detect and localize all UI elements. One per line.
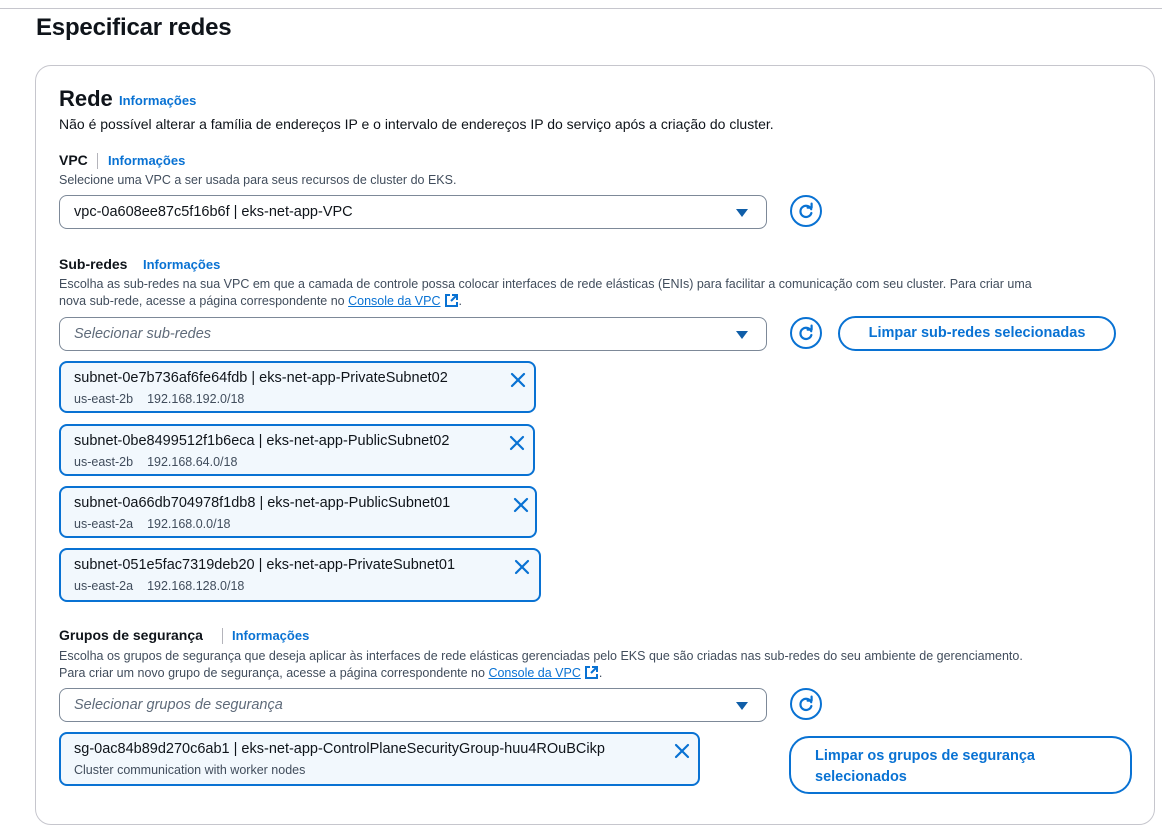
subnet-token-cidr: 192.168.0.0/18 [147,517,231,531]
network-info-link[interactable]: Informações [119,93,196,108]
network-description: Não é possível alterar a família de ende… [59,116,774,132]
external-link-icon[interactable] [444,293,459,308]
subnet-token: subnet-0a66db704978f1db8 | eks-net-app-P… [59,486,537,538]
subnet-token: subnet-051e5fac7319deb20 | eks-net-app-P… [59,548,541,602]
vpc-refresh-button[interactable] [790,195,822,227]
subnet-token-name: subnet-0a66db704978f1db8 | eks-net-app-P… [74,495,451,511]
security-group-token-name: sg-0ac84b89d270c6ab1 | eks-net-app-Contr… [74,741,605,757]
security-groups-hint-prefix: Para criar um novo grupo de segurança, a… [59,666,489,680]
close-icon[interactable] [510,372,526,388]
caret-down-icon [736,331,748,339]
subnet-token-meta: us-east-2a 192.168.0.0/18 [74,517,230,531]
vpc-hint: Selecione uma VPC a ser usada para seus … [59,173,457,187]
subnet-token-az: us-east-2b [74,455,134,469]
security-group-token-description: Cluster communication with worker nodes [74,763,306,777]
vpc-separator [97,153,98,169]
subnet-token-meta: us-east-2b 192.168.192.0/18 [74,392,244,406]
network-heading: Rede [59,86,113,111]
subnets-hint-line2: nova sub-rede, acesse a página correspon… [59,293,462,310]
subnet-token-cidr: 192.168.64.0/18 [147,455,238,469]
clear-subnets-button[interactable]: Limpar sub-redes selecionadas [838,316,1116,351]
subnet-token-name: subnet-0be8499512f1b6eca | eks-net-app-P… [74,433,450,449]
subnets-console-link[interactable]: Console da VPC [348,294,440,308]
refresh-icon [799,324,813,341]
external-link-icon[interactable] [584,665,599,680]
clear-security-groups-button[interactable]: Limpar os grupos de segurança selecionad… [789,736,1132,794]
subnets-info-link[interactable]: Informações [143,257,220,272]
clear-security-groups-line2: selecionados [815,769,907,785]
subnets-hint-prefix: nova sub-rede, acesse a página correspon… [59,294,349,308]
security-groups-hint-line1: Escolha os grupos de segurança que desej… [59,649,1023,663]
close-icon[interactable] [514,559,530,575]
subnets-hint-line1: Escolha as sub-redes na sua VPC em que a… [59,277,1032,291]
subnet-token: subnet-0e7b736af6fe64fdb | eks-net-app-P… [59,361,536,413]
security-groups-info-link[interactable]: Informações [232,628,309,643]
subnets-label: Sub-redes [59,256,128,272]
subnets-hint-suffix: . [458,294,462,308]
security-groups-hint-line2: Para criar um novo grupo de segurança, a… [59,665,602,682]
security-groups-select[interactable]: Selecionar grupos de segurança [59,688,767,722]
vpc-selected-value: vpc-0a608ee87c5f16b6f | eks-net-app-VPC [74,204,353,220]
security-groups-label: Grupos de segurança [59,627,203,643]
vpc-select[interactable]: vpc-0a608ee87c5f16b6f | eks-net-app-VPC [59,195,767,229]
subnet-token-meta: us-east-2b 192.168.64.0/18 [74,455,237,469]
subnet-token-az: us-east-2b [74,392,134,406]
vpc-label: VPC [59,152,88,168]
security-groups-hint-suffix: . [598,666,603,680]
security-groups-placeholder: Selecionar grupos de segurança [74,697,283,713]
subnets-refresh-button[interactable] [790,317,822,349]
clear-security-groups-line1: Limpar os grupos de segurança [815,748,1035,764]
subnet-token: subnet-0be8499512f1b6eca | eks-net-app-P… [59,424,535,476]
subnet-token-cidr: 192.168.128.0/18 [147,579,245,593]
refresh-icon [799,202,813,219]
security-group-token: sg-0ac84b89d270c6ab1 | eks-net-app-Contr… [59,732,700,786]
close-icon[interactable] [674,743,690,759]
vpc-info-link[interactable]: Informações [108,153,185,168]
subnet-token-az: us-east-2a [74,579,134,593]
page-title: Especificar redes [36,14,232,41]
top-divider [0,8,1162,9]
caret-down-icon [736,702,748,710]
caret-down-icon [736,209,748,217]
subnet-token-name: subnet-051e5fac7319deb20 | eks-net-app-P… [74,557,456,573]
security-groups-console-link[interactable]: Console da VPC [488,666,580,680]
close-icon[interactable] [513,497,529,513]
subnet-token-az: us-east-2a [74,517,134,531]
subnet-token-cidr: 192.168.192.0/18 [147,392,245,406]
subnet-token-meta: us-east-2a 192.168.128.0/18 [74,579,244,593]
subnet-token-name: subnet-0e7b736af6fe64fdb | eks-net-app-P… [74,370,448,386]
subnets-placeholder: Selecionar sub-redes [74,326,212,342]
refresh-icon [799,695,813,712]
subnets-select[interactable]: Selecionar sub-redes [59,317,767,351]
security-groups-separator [222,628,223,644]
close-icon[interactable] [509,435,525,451]
security-groups-refresh-button[interactable] [790,688,822,720]
